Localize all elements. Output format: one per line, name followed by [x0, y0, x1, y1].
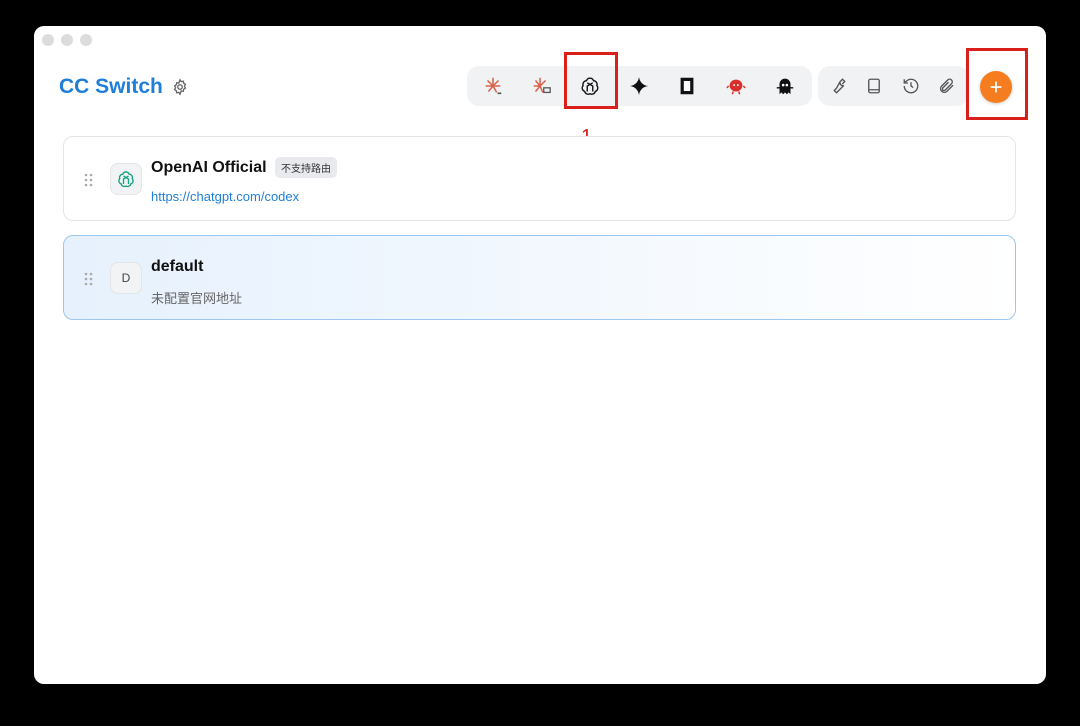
drag-handle-icon[interactable] — [84, 272, 94, 286]
ghost-icon[interactable] — [773, 74, 797, 98]
provider-name: OpenAI Official — [151, 159, 267, 176]
provider-url-link[interactable]: https://chatgpt.com/codex — [151, 189, 299, 204]
paperclip-icon[interactable] — [935, 74, 959, 98]
provider-card-active[interactable]: D default 未配置官网地址 — [63, 235, 1016, 320]
provider-name: default — [151, 258, 204, 275]
book-icon[interactable] — [862, 74, 886, 98]
window-controls — [42, 34, 92, 46]
provider-url-text: 未配置官网地址 — [151, 291, 243, 306]
opencode-icon[interactable] — [675, 74, 699, 98]
agent-icon[interactable] — [724, 74, 748, 98]
history-icon[interactable] — [899, 74, 923, 98]
annotation-box-1 — [564, 52, 618, 109]
routing-badge: 不支持路由 — [275, 157, 337, 178]
minimize-window-button[interactable] — [61, 34, 73, 46]
claude-code-icon[interactable] — [481, 74, 505, 98]
close-window-button[interactable] — [42, 34, 54, 46]
app-window: CC Switch OpenAI Official 不支持路由 https://… — [34, 26, 1046, 684]
tools-group — [818, 66, 969, 106]
drag-handle-icon[interactable] — [84, 173, 94, 187]
annotation-box-2 — [966, 48, 1028, 120]
settings-gear-icon[interactable] — [171, 78, 189, 96]
openai-icon — [110, 163, 142, 195]
gemini-icon[interactable] — [627, 74, 651, 98]
app-title: CC Switch — [59, 75, 163, 98]
wrench-icon[interactable] — [826, 74, 850, 98]
provider-card[interactable]: OpenAI Official 不支持路由 https://chatgpt.co… — [63, 136, 1016, 221]
provider-avatar: D — [110, 262, 142, 294]
app-switcher — [467, 66, 812, 106]
claude-desktop-icon[interactable] — [529, 74, 553, 98]
maximize-window-button[interactable] — [80, 34, 92, 46]
